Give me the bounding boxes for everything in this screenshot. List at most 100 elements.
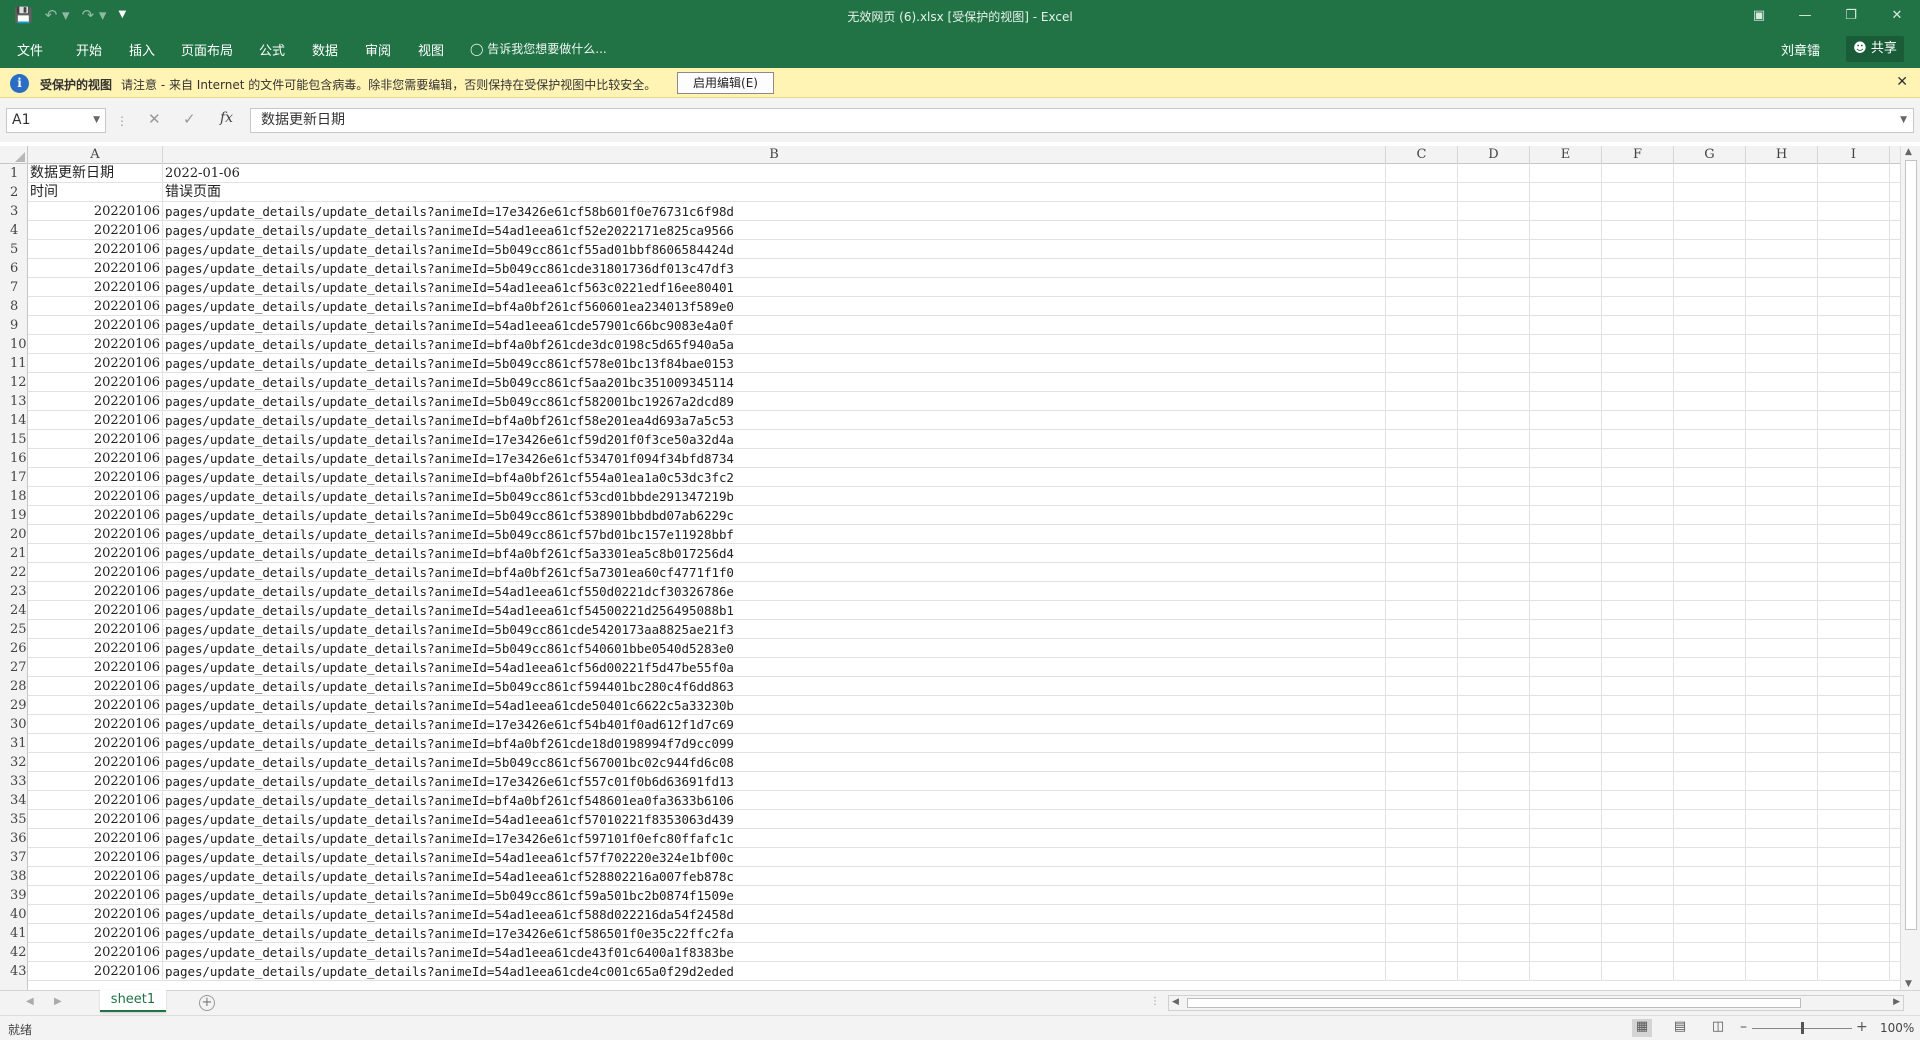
cell-b[interactable]: pages/update_details/update_details?anim… [163,487,1386,506]
zoom-level[interactable]: 100% [1880,1021,1914,1035]
empty-cell[interactable] [1818,905,1890,924]
cell-a[interactable]: 20220106 [28,202,163,221]
previous-sheet-icon[interactable]: ◀ [26,996,34,1007]
cell-a[interactable]: 时间 [28,183,163,202]
cell-b[interactable]: pages/update_details/update_details?anim… [163,563,1386,582]
empty-cell[interactable] [1746,772,1818,791]
empty-cell[interactable] [1746,373,1818,392]
row-header[interactable]: 21 [0,544,28,563]
empty-cell[interactable] [1746,924,1818,943]
empty-cell[interactable] [1530,316,1602,335]
empty-cell[interactable] [1530,924,1602,943]
empty-cell[interactable] [1386,164,1458,183]
empty-cell[interactable] [1602,943,1674,962]
empty-cell[interactable] [1602,962,1674,981]
row-header[interactable]: 30 [0,715,28,734]
scroll-down-icon[interactable]: ▼ [1905,979,1912,989]
empty-cell[interactable] [1746,525,1818,544]
empty-cell[interactable] [1602,905,1674,924]
empty-cell[interactable] [1674,962,1746,981]
empty-cell[interactable] [1674,582,1746,601]
empty-cell[interactable] [1602,316,1674,335]
empty-cell[interactable] [1746,886,1818,905]
empty-cell[interactable] [1674,335,1746,354]
cell-b[interactable]: pages/update_details/update_details?anim… [163,924,1386,943]
empty-cell[interactable] [1746,392,1818,411]
empty-cell[interactable] [1674,278,1746,297]
cell-b[interactable]: pages/update_details/update_details?anim… [163,867,1386,886]
cell-b[interactable]: pages/update_details/update_details?anim… [163,886,1386,905]
cell-a[interactable]: 20220106 [28,696,163,715]
empty-cell[interactable] [1458,506,1530,525]
cell-a[interactable]: 20220106 [28,411,163,430]
row-header[interactable]: 34 [0,791,28,810]
cell-b[interactable]: pages/update_details/update_details?anim… [163,848,1386,867]
empty-cell[interactable] [1674,544,1746,563]
empty-cell[interactable] [1818,544,1890,563]
formula-input[interactable]: 数据更新日期 ▼ [250,108,1914,133]
cell-b[interactable]: pages/update_details/update_details?anim… [163,278,1386,297]
cell-b[interactable]: pages/update_details/update_details?anim… [163,715,1386,734]
row-header[interactable]: 22 [0,563,28,582]
empty-cell[interactable] [1674,411,1746,430]
cell-a[interactable]: 20220106 [28,430,163,449]
empty-cell[interactable] [1746,677,1818,696]
empty-cell[interactable] [1386,867,1458,886]
cell-b[interactable]: pages/update_details/update_details?anim… [163,791,1386,810]
row-header[interactable]: 35 [0,810,28,829]
empty-cell[interactable] [1746,867,1818,886]
cell-b[interactable]: pages/update_details/update_details?anim… [163,582,1386,601]
cell-a[interactable]: 20220106 [28,487,163,506]
cell-a[interactable]: 20220106 [28,715,163,734]
empty-cell[interactable] [1458,430,1530,449]
empty-cell[interactable] [1530,373,1602,392]
cell-a[interactable]: 20220106 [28,278,163,297]
user-name[interactable]: 刘章镭 [1781,40,1820,59]
row-header[interactable]: 17 [0,468,28,487]
empty-cell[interactable] [1818,563,1890,582]
empty-cell[interactable] [1818,715,1890,734]
row-header[interactable]: 9 [0,316,28,335]
row-header[interactable]: 16 [0,449,28,468]
row-header[interactable]: 6 [0,259,28,278]
cell-b[interactable]: pages/update_details/update_details?anim… [163,202,1386,221]
empty-cell[interactable] [1386,582,1458,601]
empty-cell[interactable] [1602,297,1674,316]
empty-cell[interactable] [1386,221,1458,240]
empty-cell[interactable] [1458,677,1530,696]
empty-cell[interactable] [1530,563,1602,582]
column-header-e[interactable]: E [1530,146,1602,164]
empty-cell[interactable] [1818,392,1890,411]
empty-cell[interactable] [1386,753,1458,772]
empty-cell[interactable] [1602,658,1674,677]
empty-cell[interactable] [1674,487,1746,506]
empty-cell[interactable] [1746,962,1818,981]
minimize-icon[interactable]: — [1782,0,1828,31]
empty-cell[interactable] [1386,278,1458,297]
page-break-preview-icon[interactable]: ◫ [1708,1019,1728,1037]
empty-cell[interactable] [1602,696,1674,715]
empty-cell[interactable] [1458,829,1530,848]
empty-cell[interactable] [1386,772,1458,791]
empty-cell[interactable] [1602,715,1674,734]
empty-cell[interactable] [1746,297,1818,316]
share-button[interactable]: ☻ 共享 [1846,36,1904,62]
row-header[interactable]: 12 [0,373,28,392]
empty-cell[interactable] [1386,696,1458,715]
row-header[interactable]: 13 [0,392,28,411]
empty-cell[interactable] [1602,259,1674,278]
empty-cell[interactable] [1602,202,1674,221]
empty-cell[interactable] [1458,468,1530,487]
empty-cell[interactable] [1746,848,1818,867]
cell-a[interactable]: 20220106 [28,354,163,373]
empty-cell[interactable] [1530,297,1602,316]
empty-cell[interactable] [1746,715,1818,734]
cell-a[interactable]: 20220106 [28,886,163,905]
empty-cell[interactable] [1602,449,1674,468]
cell-b[interactable]: pages/update_details/update_details?anim… [163,734,1386,753]
scroll-right-icon[interactable]: ▶ [1893,997,1900,1007]
empty-cell[interactable] [1530,544,1602,563]
empty-cell[interactable] [1818,354,1890,373]
chevron-down-icon[interactable]: ▼ [93,109,100,132]
empty-cell[interactable] [1458,411,1530,430]
